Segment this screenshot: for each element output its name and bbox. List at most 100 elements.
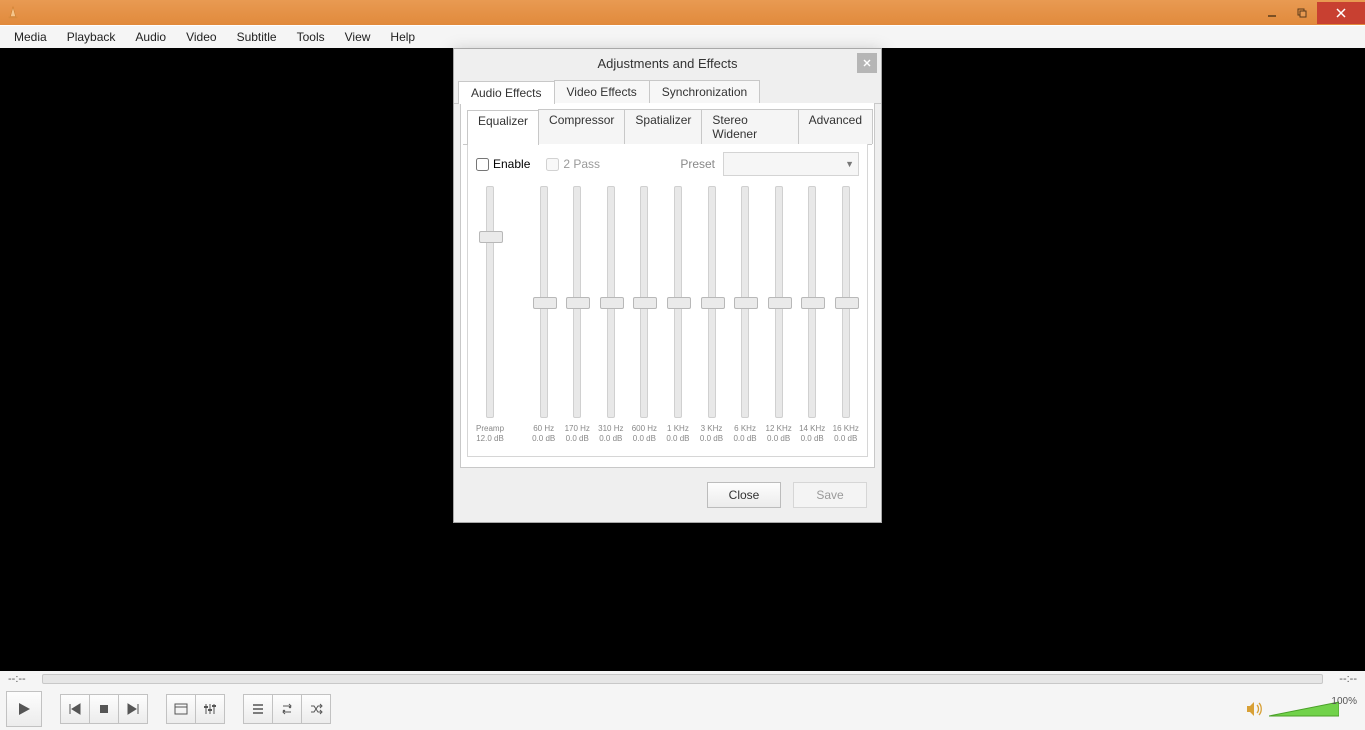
subtab-stereo-widener[interactable]: Stereo Widener: [701, 109, 798, 144]
band-7-slider[interactable]: [775, 186, 783, 418]
band-4-freq-label: 1 KHz: [667, 424, 689, 434]
preamp-slider[interactable]: [486, 186, 494, 418]
band-3: 600 Hz0.0 dB: [631, 186, 658, 444]
subtab-spatializer[interactable]: Spatializer: [624, 109, 702, 144]
band-1-freq-label: 170 Hz: [565, 424, 590, 434]
band-3-slider[interactable]: [640, 186, 648, 418]
dialog-close-btn[interactable]: Close: [707, 482, 781, 508]
menu-tools[interactable]: Tools: [287, 28, 335, 46]
band-6-db-label: 0.0 dB: [733, 434, 756, 444]
extended-settings-button[interactable]: [195, 694, 225, 724]
time-elapsed[interactable]: --:--: [4, 673, 30, 685]
band-4: 1 KHz0.0 dB: [665, 186, 692, 444]
titlebar: [0, 0, 1365, 25]
band-2-freq-label: 310 Hz: [598, 424, 623, 434]
dialog-title-text: Adjustments and Effects: [598, 56, 738, 71]
menu-help[interactable]: Help: [380, 28, 425, 46]
band-6-thumb[interactable]: [734, 297, 758, 309]
band-9-freq-label: 16 KHz: [833, 424, 859, 434]
preamp-freq-label: Preamp: [476, 424, 504, 434]
dialog-close-button[interactable]: [857, 53, 877, 73]
band-9: 16 KHz0.0 dB: [832, 186, 859, 444]
band-2-db-label: 0.0 dB: [599, 434, 622, 444]
band-5-thumb[interactable]: [701, 297, 725, 309]
band-3-freq-label: 600 Hz: [632, 424, 657, 434]
preamp-thumb[interactable]: [479, 231, 503, 243]
band-4-slider[interactable]: [674, 186, 682, 418]
band-8-freq-label: 14 KHz: [799, 424, 825, 434]
preset-combo[interactable]: ▼: [723, 152, 859, 176]
band-0-slider[interactable]: [540, 186, 548, 418]
menu-video[interactable]: Video: [176, 28, 226, 46]
band-0-thumb[interactable]: [533, 297, 557, 309]
menubar: MediaPlaybackAudioVideoSubtitleToolsView…: [0, 25, 1365, 48]
shuffle-button[interactable]: [301, 694, 331, 724]
stop-button[interactable]: [89, 694, 118, 724]
band-5-freq-label: 3 KHz: [701, 424, 723, 434]
maximize-button[interactable]: [1287, 2, 1317, 24]
close-btn-label: Close: [729, 488, 760, 502]
band-5-slider[interactable]: [708, 186, 716, 418]
minimize-button[interactable]: [1257, 2, 1287, 24]
preset-label: Preset: [680, 157, 715, 171]
adjustments-effects-dialog: Adjustments and Effects Audio EffectsVid…: [453, 48, 882, 523]
fullscreen-button[interactable]: [166, 694, 195, 724]
tab-video-effects[interactable]: Video Effects: [554, 80, 650, 103]
seek-bar[interactable]: [42, 674, 1324, 684]
band-4-thumb[interactable]: [667, 297, 691, 309]
band-7-freq-label: 12 KHz: [766, 424, 792, 434]
enable-checkbox-input[interactable]: [476, 158, 489, 171]
band-7-db-label: 0.0 dB: [767, 434, 790, 444]
band-7: 12 KHz0.0 dB: [765, 186, 792, 444]
band-6-slider[interactable]: [741, 186, 749, 418]
tab-synchronization[interactable]: Synchronization: [649, 80, 760, 103]
preamp-db-label: 12.0 dB: [476, 434, 504, 444]
chevron-down-icon: ▼: [845, 159, 854, 169]
speaker-icon[interactable]: [1245, 700, 1263, 718]
audio-subtabs: EqualizerCompressorSpatializerStereo Wid…: [463, 105, 872, 145]
equalizer-panel: Enable 2 Pass Preset ▼ Preamp12.0 dB 60 H…: [467, 144, 868, 457]
band-1-slider[interactable]: [573, 186, 581, 418]
subtab-advanced[interactable]: Advanced: [798, 109, 873, 144]
band-9-slider[interactable]: [842, 186, 850, 418]
volume-percent: 100%: [1331, 696, 1357, 707]
band-2-slider[interactable]: [607, 186, 615, 418]
previous-button[interactable]: [60, 694, 89, 724]
time-total[interactable]: --:--: [1335, 673, 1361, 685]
band-2-thumb[interactable]: [600, 297, 624, 309]
enable-checkbox[interactable]: Enable: [476, 157, 530, 171]
vlc-cone-icon: [6, 6, 20, 20]
dialog-save-btn: Save: [793, 482, 867, 508]
tab-audio-effects[interactable]: Audio Effects: [458, 81, 555, 104]
two-pass-checkbox: 2 Pass: [546, 157, 600, 171]
menu-subtitle[interactable]: Subtitle: [227, 28, 287, 46]
video-area: Adjustments and Effects Audio EffectsVid…: [0, 48, 1365, 671]
band-5: 3 KHz0.0 dB: [698, 186, 725, 444]
play-button[interactable]: [6, 691, 42, 727]
audio-effects-panel: EqualizerCompressorSpatializerStereo Wid…: [460, 103, 875, 468]
menu-media[interactable]: Media: [4, 28, 57, 46]
subtab-compressor[interactable]: Compressor: [538, 109, 625, 144]
preamp: Preamp12.0 dB: [476, 186, 504, 444]
band-8-slider[interactable]: [808, 186, 816, 418]
close-button[interactable]: [1317, 2, 1365, 24]
band-8: 14 KHz0.0 dB: [799, 186, 826, 444]
band-0: 60 Hz0.0 dB: [530, 186, 557, 444]
volume-slider[interactable]: [1269, 700, 1339, 718]
menu-audio[interactable]: Audio: [125, 28, 176, 46]
next-button[interactable]: [118, 694, 148, 724]
band-6-freq-label: 6 KHz: [734, 424, 756, 434]
two-pass-label: 2 Pass: [563, 157, 600, 171]
band-1-thumb[interactable]: [566, 297, 590, 309]
playlist-button[interactable]: [243, 694, 272, 724]
menu-playback[interactable]: Playback: [57, 28, 126, 46]
band-9-thumb[interactable]: [835, 297, 859, 309]
two-pass-checkbox-input: [546, 158, 559, 171]
band-4-db-label: 0.0 dB: [666, 434, 689, 444]
subtab-equalizer[interactable]: Equalizer: [467, 110, 539, 145]
band-8-thumb[interactable]: [801, 297, 825, 309]
menu-view[interactable]: View: [335, 28, 381, 46]
band-7-thumb[interactable]: [768, 297, 792, 309]
loop-button[interactable]: [272, 694, 301, 724]
band-3-thumb[interactable]: [633, 297, 657, 309]
